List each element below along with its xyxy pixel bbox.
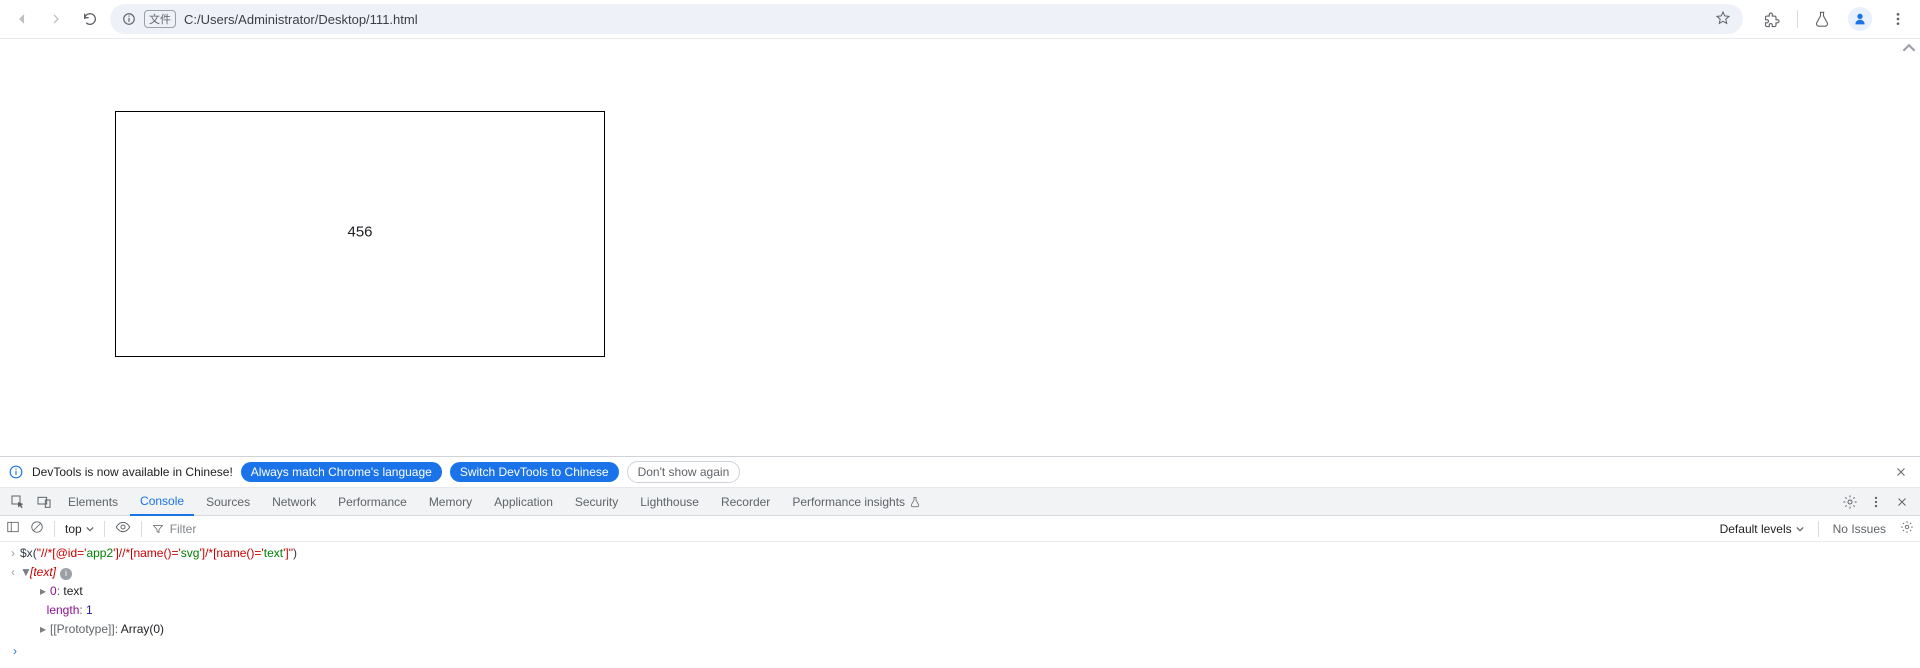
result-icon: ‹ — [6, 564, 20, 581]
eye-icon — [115, 519, 131, 535]
kebab-icon — [1869, 495, 1883, 509]
context-label: top — [65, 522, 82, 536]
info-badge-icon[interactable]: i — [60, 568, 72, 580]
arrow-left-icon — [14, 11, 30, 27]
console-clear-button[interactable] — [30, 520, 44, 537]
page-content: 456 — [0, 38, 1920, 456]
chevron-down-icon — [86, 525, 94, 533]
gear-icon — [1900, 520, 1914, 534]
tab-sources[interactable]: Sources — [196, 488, 260, 516]
file-chip: 文件 — [144, 10, 176, 28]
tab-network[interactable]: Network — [262, 488, 326, 516]
clear-icon — [30, 520, 44, 534]
chevron-up-icon — [1902, 41, 1916, 55]
tab-performance[interactable]: Performance — [328, 488, 417, 516]
tab-perf-insights-label: Performance insights — [792, 495, 905, 509]
prompt-icon: › — [6, 545, 20, 562]
console-settings-button[interactable] — [1900, 520, 1914, 537]
issues-label[interactable]: No Issues — [1833, 522, 1886, 536]
infobar-switch-button[interactable]: Switch DevTools to Chinese — [450, 462, 619, 482]
console-result-prototype[interactable]: ▸[[Prototype]]: Array(0) — [0, 620, 1920, 639]
separator — [1797, 10, 1798, 28]
infobar-always-button[interactable]: Always match Chrome's language — [241, 462, 442, 482]
profile-button[interactable] — [1846, 5, 1874, 33]
result-header: ▼[text]i — [20, 564, 72, 581]
svg-text: 456 — [347, 223, 372, 240]
inspect-icon — [10, 494, 26, 510]
gear-icon — [1842, 494, 1858, 510]
chevron-down-icon — [1796, 525, 1804, 533]
info-icon — [8, 464, 24, 480]
devtools-tabbar: Elements Console Sources Network Perform… — [0, 488, 1920, 516]
flask-icon — [909, 496, 921, 508]
tab-console[interactable]: Console — [130, 488, 194, 516]
reload-icon — [82, 11, 98, 27]
log-levels-label: Default levels — [1720, 522, 1792, 536]
console-sidebar-toggle[interactable] — [6, 520, 20, 537]
side-panel-icon — [6, 520, 20, 534]
infobar-dont-button[interactable]: Don't show again — [627, 461, 741, 483]
chrome-menu-button[interactable] — [1884, 5, 1912, 33]
puzzle-icon — [1764, 10, 1782, 28]
devtools-more-button[interactable] — [1864, 495, 1888, 509]
context-selector[interactable]: top — [65, 522, 94, 536]
person-icon — [1852, 11, 1868, 27]
info-icon — [122, 12, 136, 26]
svg-container: 456 — [115, 111, 605, 357]
address-bar[interactable]: 文件 C:/Users/Administrator/Desktop/111.ht… — [110, 4, 1743, 34]
url-text: C:/Users/Administrator/Desktop/111.html — [184, 12, 418, 27]
extensions-button[interactable] — [1759, 5, 1787, 33]
browser-toolbar: 文件 C:/Users/Administrator/Desktop/111.ht… — [0, 0, 1920, 38]
bookmark-button[interactable] — [1715, 10, 1731, 29]
console-command: $x("//*[@id='app2']//*[name()='svg']/*[n… — [20, 545, 297, 562]
scrollbar-up-button[interactable] — [1902, 41, 1916, 55]
star-icon — [1715, 10, 1731, 26]
tab-perf-insights[interactable]: Performance insights — [782, 488, 931, 516]
arrow-right-icon — [48, 11, 64, 27]
labs-button[interactable] — [1808, 5, 1836, 33]
device-toggle-button[interactable] — [32, 494, 56, 510]
nav-forward-button[interactable] — [42, 5, 70, 33]
inspect-button[interactable] — [6, 494, 30, 510]
console-toolbar: top Filter Default levels No Issues — [0, 516, 1920, 542]
tab-application[interactable]: Application — [484, 488, 563, 516]
console-result-header[interactable]: ‹ ▼[text]i — [0, 563, 1920, 582]
kebab-icon — [1890, 11, 1906, 27]
toolbar-right — [1749, 5, 1912, 33]
console-result-length[interactable]: length: 1 — [0, 601, 1920, 620]
devtools-infobar: DevTools is now available in Chinese! Al… — [0, 457, 1920, 488]
tab-elements[interactable]: Elements — [58, 488, 128, 516]
flask-icon — [1813, 10, 1831, 28]
console-filter[interactable]: Filter — [152, 522, 197, 536]
tab-lighthouse[interactable]: Lighthouse — [630, 488, 709, 516]
console-input-prompt[interactable]: › — [0, 639, 1920, 664]
devices-icon — [36, 494, 52, 510]
avatar — [1848, 7, 1872, 31]
tab-memory[interactable]: Memory — [419, 488, 482, 516]
live-expression-button[interactable] — [115, 519, 131, 538]
close-icon — [1896, 496, 1908, 508]
close-icon — [1895, 466, 1907, 478]
console-result-item-0[interactable]: ▸0: text — [0, 582, 1920, 601]
filter-icon — [152, 523, 164, 535]
prompt-icon: › — [8, 643, 22, 660]
filter-placeholder: Filter — [170, 522, 197, 536]
nav-reload-button[interactable] — [76, 5, 104, 33]
nav-back-button[interactable] — [8, 5, 36, 33]
tab-security[interactable]: Security — [565, 488, 628, 516]
infobar-message: DevTools is now available in Chinese! — [32, 465, 233, 479]
devtools-settings-button[interactable] — [1838, 494, 1862, 510]
tab-recorder[interactable]: Recorder — [711, 488, 780, 516]
devtools-close-button[interactable] — [1890, 496, 1914, 508]
console-body: › $x("//*[@id='app2']//*[name()='svg']/*… — [0, 542, 1920, 668]
console-command-row[interactable]: › $x("//*[@id='app2']//*[name()='svg']/*… — [0, 544, 1920, 563]
devtools-panel: DevTools is now available in Chinese! Al… — [0, 456, 1920, 668]
infobar-close-button[interactable] — [1890, 461, 1912, 483]
log-levels-selector[interactable]: Default levels — [1720, 522, 1804, 536]
